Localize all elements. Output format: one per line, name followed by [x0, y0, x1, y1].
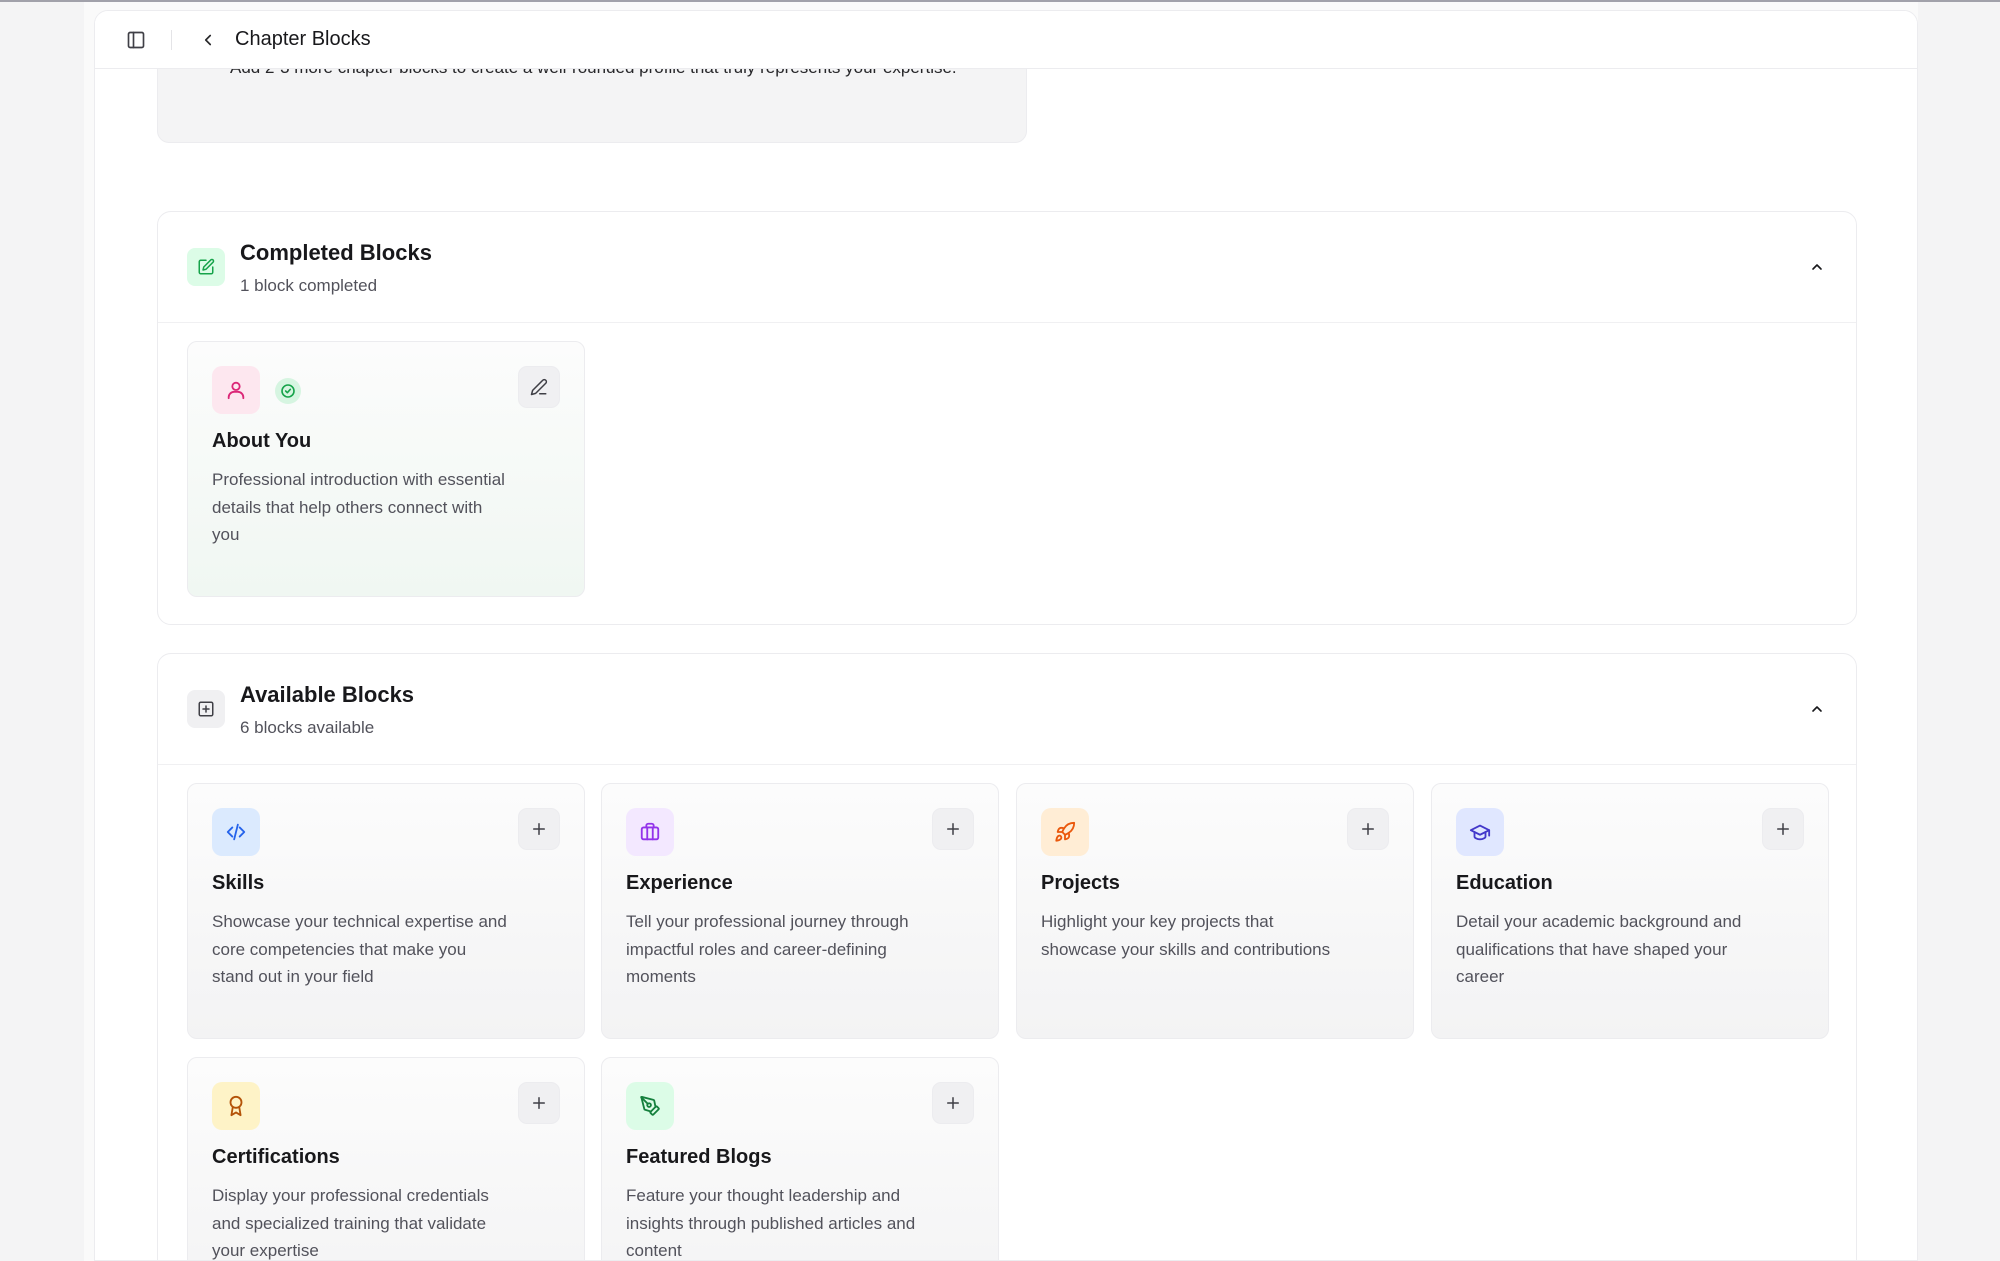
user-icon — [212, 366, 260, 414]
card-title: Projects — [1041, 872, 1120, 894]
section-title: Available Blocks — [240, 682, 415, 707]
block-card-experience[interactable]: Experience Tell your professional journe… — [601, 783, 999, 1039]
section-subtitle: 1 block completed — [240, 276, 378, 295]
add-plus-icon[interactable] — [518, 1082, 560, 1124]
card-title: Experience — [626, 872, 733, 894]
card-title: Certifications — [212, 1146, 340, 1168]
rocket-icon — [1041, 808, 1089, 856]
sidebar-toggle-icon[interactable] — [125, 29, 147, 51]
header-divider — [171, 30, 172, 50]
block-card-about-you[interactable]: About You Professional introduction with… — [187, 341, 585, 597]
completed-check-icon — [275, 378, 301, 404]
card-title: Skills — [212, 872, 265, 894]
scroll-content: Add 2-3 more chapter blocks to create a … — [95, 69, 1917, 1260]
page-header: Chapter Blocks — [95, 11, 1917, 69]
code-icon — [212, 808, 260, 856]
page-title: Chapter Blocks — [235, 28, 371, 50]
available-blocks-section: Available Blocks 6 blocks available Skil… — [157, 653, 1857, 1260]
section-subtitle: 6 blocks available — [240, 718, 375, 737]
section-title: Completed Blocks — [240, 240, 432, 265]
award-icon — [212, 1082, 260, 1130]
edit-square-icon — [187, 248, 225, 286]
block-card-certifications[interactable]: Certifications Display your professional… — [187, 1057, 585, 1260]
completed-blocks-section: Completed Blocks 1 block completed About… — [157, 211, 1857, 625]
card-title: Featured Blogs — [626, 1146, 772, 1168]
add-plus-icon[interactable] — [1347, 808, 1389, 850]
add-plus-icon[interactable] — [932, 1082, 974, 1124]
card-description: Feature your thought leadership and insi… — [626, 1186, 916, 1260]
card-description: Showcase your technical expertise and co… — [212, 912, 507, 986]
available-section-header[interactable]: Available Blocks 6 blocks available — [158, 654, 1856, 765]
card-title: About You — [212, 430, 312, 452]
pen-tool-icon — [626, 1082, 674, 1130]
back-chevron-icon[interactable] — [197, 29, 219, 51]
block-card-featured-blogs[interactable]: Featured Blogs Feature your thought lead… — [601, 1057, 999, 1260]
card-description: Display your professional credentials an… — [212, 1186, 489, 1260]
graduation-cap-icon — [1456, 808, 1504, 856]
briefcase-icon — [626, 808, 674, 856]
main-panel: Chapter Blocks Add 2-3 more chapter bloc… — [94, 10, 1918, 1261]
tip-card: Add 2-3 more chapter blocks to create a … — [157, 69, 1027, 143]
tip-text: Add 2-3 more chapter blocks to create a … — [230, 69, 957, 78]
plus-square-icon — [187, 690, 225, 728]
app-shell: Chapter Blocks Add 2-3 more chapter bloc… — [84, 2, 1918, 1261]
collapse-chevron-icon[interactable] — [1806, 698, 1828, 720]
completed-section-header[interactable]: Completed Blocks 1 block completed — [158, 212, 1856, 323]
card-title: Education — [1456, 872, 1553, 894]
card-description: Detail your academic background and qual… — [1456, 912, 1742, 986]
block-card-education[interactable]: Education Detail your academic backgroun… — [1431, 783, 1829, 1039]
card-description: Professional introduction with essential… — [212, 470, 505, 544]
card-description: Highlight your key projects that showcas… — [1041, 912, 1331, 959]
block-card-projects[interactable]: Projects Highlight your key projects tha… — [1016, 783, 1414, 1039]
card-description: Tell your professional journey through i… — [626, 912, 909, 986]
collapse-chevron-icon[interactable] — [1806, 256, 1828, 278]
block-card-skills[interactable]: Skills Showcase your technical expertise… — [187, 783, 585, 1039]
add-plus-icon[interactable] — [932, 808, 974, 850]
add-plus-icon[interactable] — [1762, 808, 1804, 850]
edit-pencil-icon[interactable] — [518, 366, 560, 408]
add-plus-icon[interactable] — [518, 808, 560, 850]
